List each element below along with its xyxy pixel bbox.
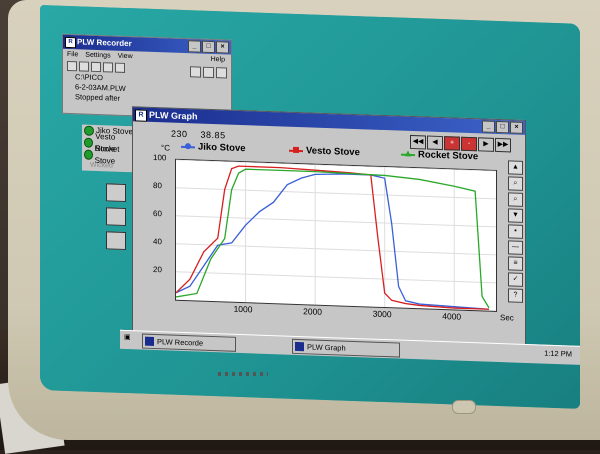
menu-help[interactable]: Help [211,54,225,66]
x-tick-label: 4000 [442,311,462,322]
document-icon[interactable] [106,207,126,227]
stop-icon[interactable] [115,62,125,73]
chart-svg [175,159,496,310]
taskbar-item[interactable]: PLW Graph [292,338,400,358]
save-icon[interactable] [91,61,101,73]
menu-settings[interactable]: Settings [85,50,110,62]
minimize-button[interactable]: _ [188,40,201,53]
y-tick-label: 40 [153,236,162,247]
power-button[interactable] [452,400,476,414]
app-icon: R [135,109,147,122]
maximize-button[interactable]: □ [496,120,509,134]
menu-view[interactable]: View [118,51,133,63]
legend-swatch [401,153,415,155]
legend-item: Rocket Stove [401,149,479,163]
graph-icon[interactable] [203,66,214,79]
y-tick-label: 80 [153,180,162,191]
minimize-button[interactable]: _ [482,120,495,133]
clock: 1:12 PM [544,348,572,359]
table-icon[interactable] [216,67,227,79]
next-icon[interactable]: ▶ [478,137,494,152]
legend-item: Jiko Stove [181,141,246,154]
legend-swatch [289,146,303,153]
help-icon[interactable]: ? [508,288,523,303]
up-arrow-icon[interactable]: ▲ [508,160,523,175]
graph-title: PLW Graph [149,109,198,122]
y-tick-label: 60 [153,208,162,219]
recorder-title: PLW Recorder [77,37,132,49]
zoom-icon[interactable]: ⌕ [508,192,523,207]
close-button[interactable]: × [216,41,229,54]
legend-label: Vesto Stove [306,145,360,159]
grid-icon[interactable]: ≡ [508,256,523,271]
y-tick-label: 100 [153,152,167,163]
check-icon[interactable]: ✓ [508,272,523,287]
taskbar-item[interactable]: PLW Recorde [142,333,236,352]
start-icon[interactable]: ▣ [124,333,131,341]
new-icon[interactable] [67,60,77,72]
taskbar-label: PLW Graph [307,342,346,353]
series-line-rocket-stove [175,168,490,309]
stove-list: Jiko Stove Vesto Stove Rocket Stove Wick… [82,124,134,173]
legend-item: Vesto Stove [289,145,360,158]
monitor-screen: R PLW Recorder _ □ × File Settings View … [40,5,580,409]
record-icon[interactable] [103,62,113,73]
monitor-vent [218,372,268,376]
y-tick-label: 20 [153,264,162,275]
grid-line [176,243,496,256]
menu-file[interactable]: File [67,49,78,60]
x-tick-label: 1000 [233,303,253,315]
taskbar-label: PLW Recorde [157,337,204,348]
cursor-readout: 230 38.85 [171,129,236,141]
readout-x: 230 [171,128,188,140]
plot-area [175,158,497,312]
maximize-button[interactable]: □ [202,40,215,54]
x-unit-label: Sec [500,313,514,323]
status-dot-icon [84,137,94,148]
legend-swatch [181,142,195,149]
app-icon: R [65,36,76,49]
graph-side-toolbar: ▲ ⌕ ⌕ ▼ ▪ — ≡ ✓ ? [508,160,523,303]
y-unit-label: °C [161,143,170,153]
first-icon[interactable]: ◀◀ [410,134,426,150]
down-arrow-icon[interactable]: ▼ [508,208,523,223]
prev-icon[interactable]: ◀ [427,135,443,151]
app-icon [145,336,154,346]
readout-y: 38.85 [200,129,226,141]
status-dot-icon [84,149,93,160]
app-icon [295,341,304,352]
series-line-vesto-stove [175,165,490,310]
x-tick-label: 3000 [372,308,392,320]
open-icon[interactable] [79,61,89,72]
legend-label: Rocket Stove [418,149,479,163]
chart-icon[interactable] [190,66,201,78]
grid-line [176,215,496,228]
close-button[interactable]: × [510,121,523,134]
grid-line [176,271,496,284]
legend-label: Jiko Stove [198,141,246,155]
status-dot-icon [84,125,94,136]
zoom-icon[interactable]: ⌕ [508,176,523,191]
calculator-icon[interactable] [106,183,126,203]
line-icon[interactable]: — [508,240,523,255]
last-icon[interactable]: ▶▶ [495,137,511,153]
marker-icon[interactable]: ▪ [508,224,523,239]
zoom-in-icon[interactable]: + [444,136,460,151]
program-icon[interactable] [106,231,126,251]
x-tick-label: 2000 [303,306,323,317]
plw-graph-window: R PLW Graph _ □ × 230 38.85 ◀◀ ◀ + - ▶ ▶… [132,106,526,352]
zoom-out-icon[interactable]: - [461,136,477,152]
